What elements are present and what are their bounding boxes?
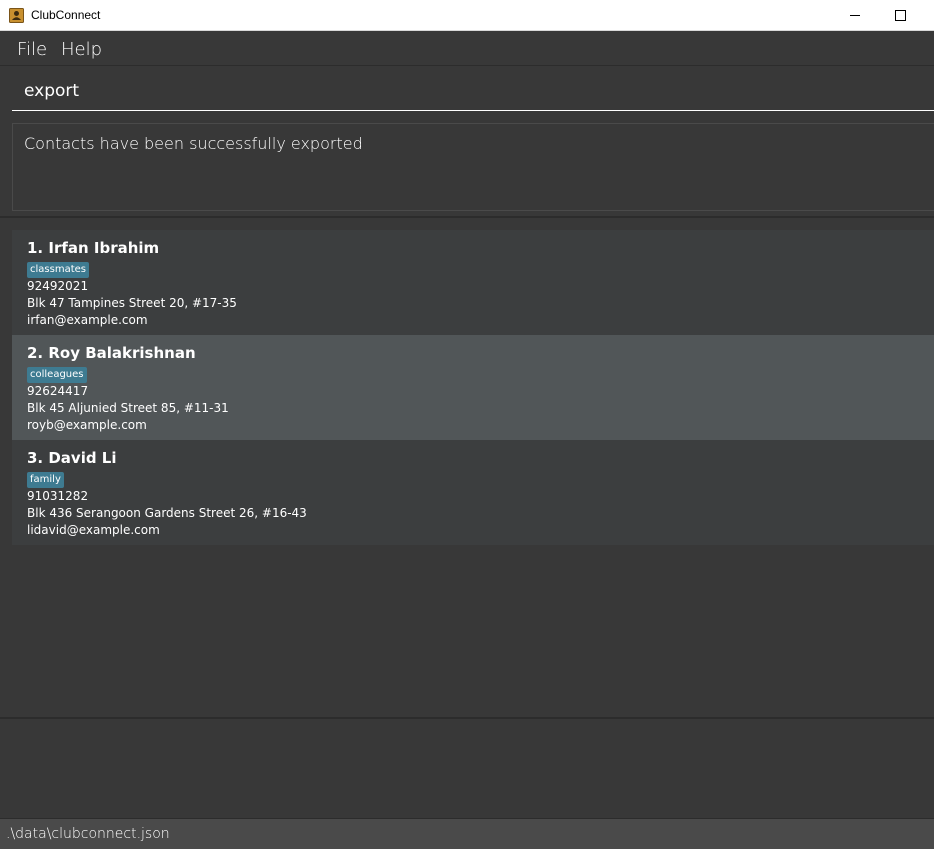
person-name: 2. Roy Balakrishnan [27,344,196,362]
minimize-icon [850,14,860,16]
person-tag: family [27,472,64,488]
minimize-button[interactable] [832,0,878,30]
window-title: ClubConnect [31,8,101,22]
person-card[interactable]: 3. David Li family 91031282 Blk 436 Sera… [12,440,934,545]
bottom-panel [0,719,934,818]
person-email: irfan@example.com [27,313,148,327]
maximize-button[interactable] [877,0,923,30]
person-card[interactable]: 1. Irfan Ibrahim classmates 92492021 Blk… [12,230,934,335]
menu-bar: File Help [0,31,934,66]
command-box [0,67,934,116]
save-location: .\data\clubconnect.json [6,826,170,842]
person-name: 3. David Li [27,449,117,467]
result-display[interactable]: Contacts have been successfully exported [12,123,934,211]
person-address: Blk 436 Serangoon Gardens Street 26, #16… [27,506,307,520]
maximize-icon [894,9,906,21]
result-message: Contacts have been successfully exported [24,134,363,153]
person-email: lidavid@example.com [27,523,160,537]
person-phone: 91031282 [27,489,89,503]
result-display-panel: Contacts have been successfully exported [0,116,934,218]
status-bar: .\data\clubconnect.json [0,818,934,849]
person-address: Blk 47 Tampines Street 20, #17-35 [27,296,237,310]
person-name: 1. Irfan Ibrahim [27,239,160,257]
app-window: ClubConnect File Help Contacts have been… [0,0,934,849]
address-book-icon [9,8,24,23]
person-tag: classmates [27,262,89,278]
title-bar[interactable]: ClubConnect [0,0,934,31]
person-tag: colleagues [27,367,87,383]
person-phone: 92492021 [27,279,89,293]
menu-file[interactable]: File [17,39,47,60]
command-input[interactable] [12,71,934,111]
person-address: Blk 45 Aljunied Street 85, #11-31 [27,401,229,415]
menu-help[interactable]: Help [61,39,102,60]
person-phone: 92624417 [27,384,89,398]
person-list[interactable]: 1. Irfan Ibrahim classmates 92492021 Blk… [0,220,934,717]
person-card[interactable]: 2. Roy Balakrishnan colleagues 92624417 … [12,335,934,440]
person-email: royb@example.com [27,418,147,432]
